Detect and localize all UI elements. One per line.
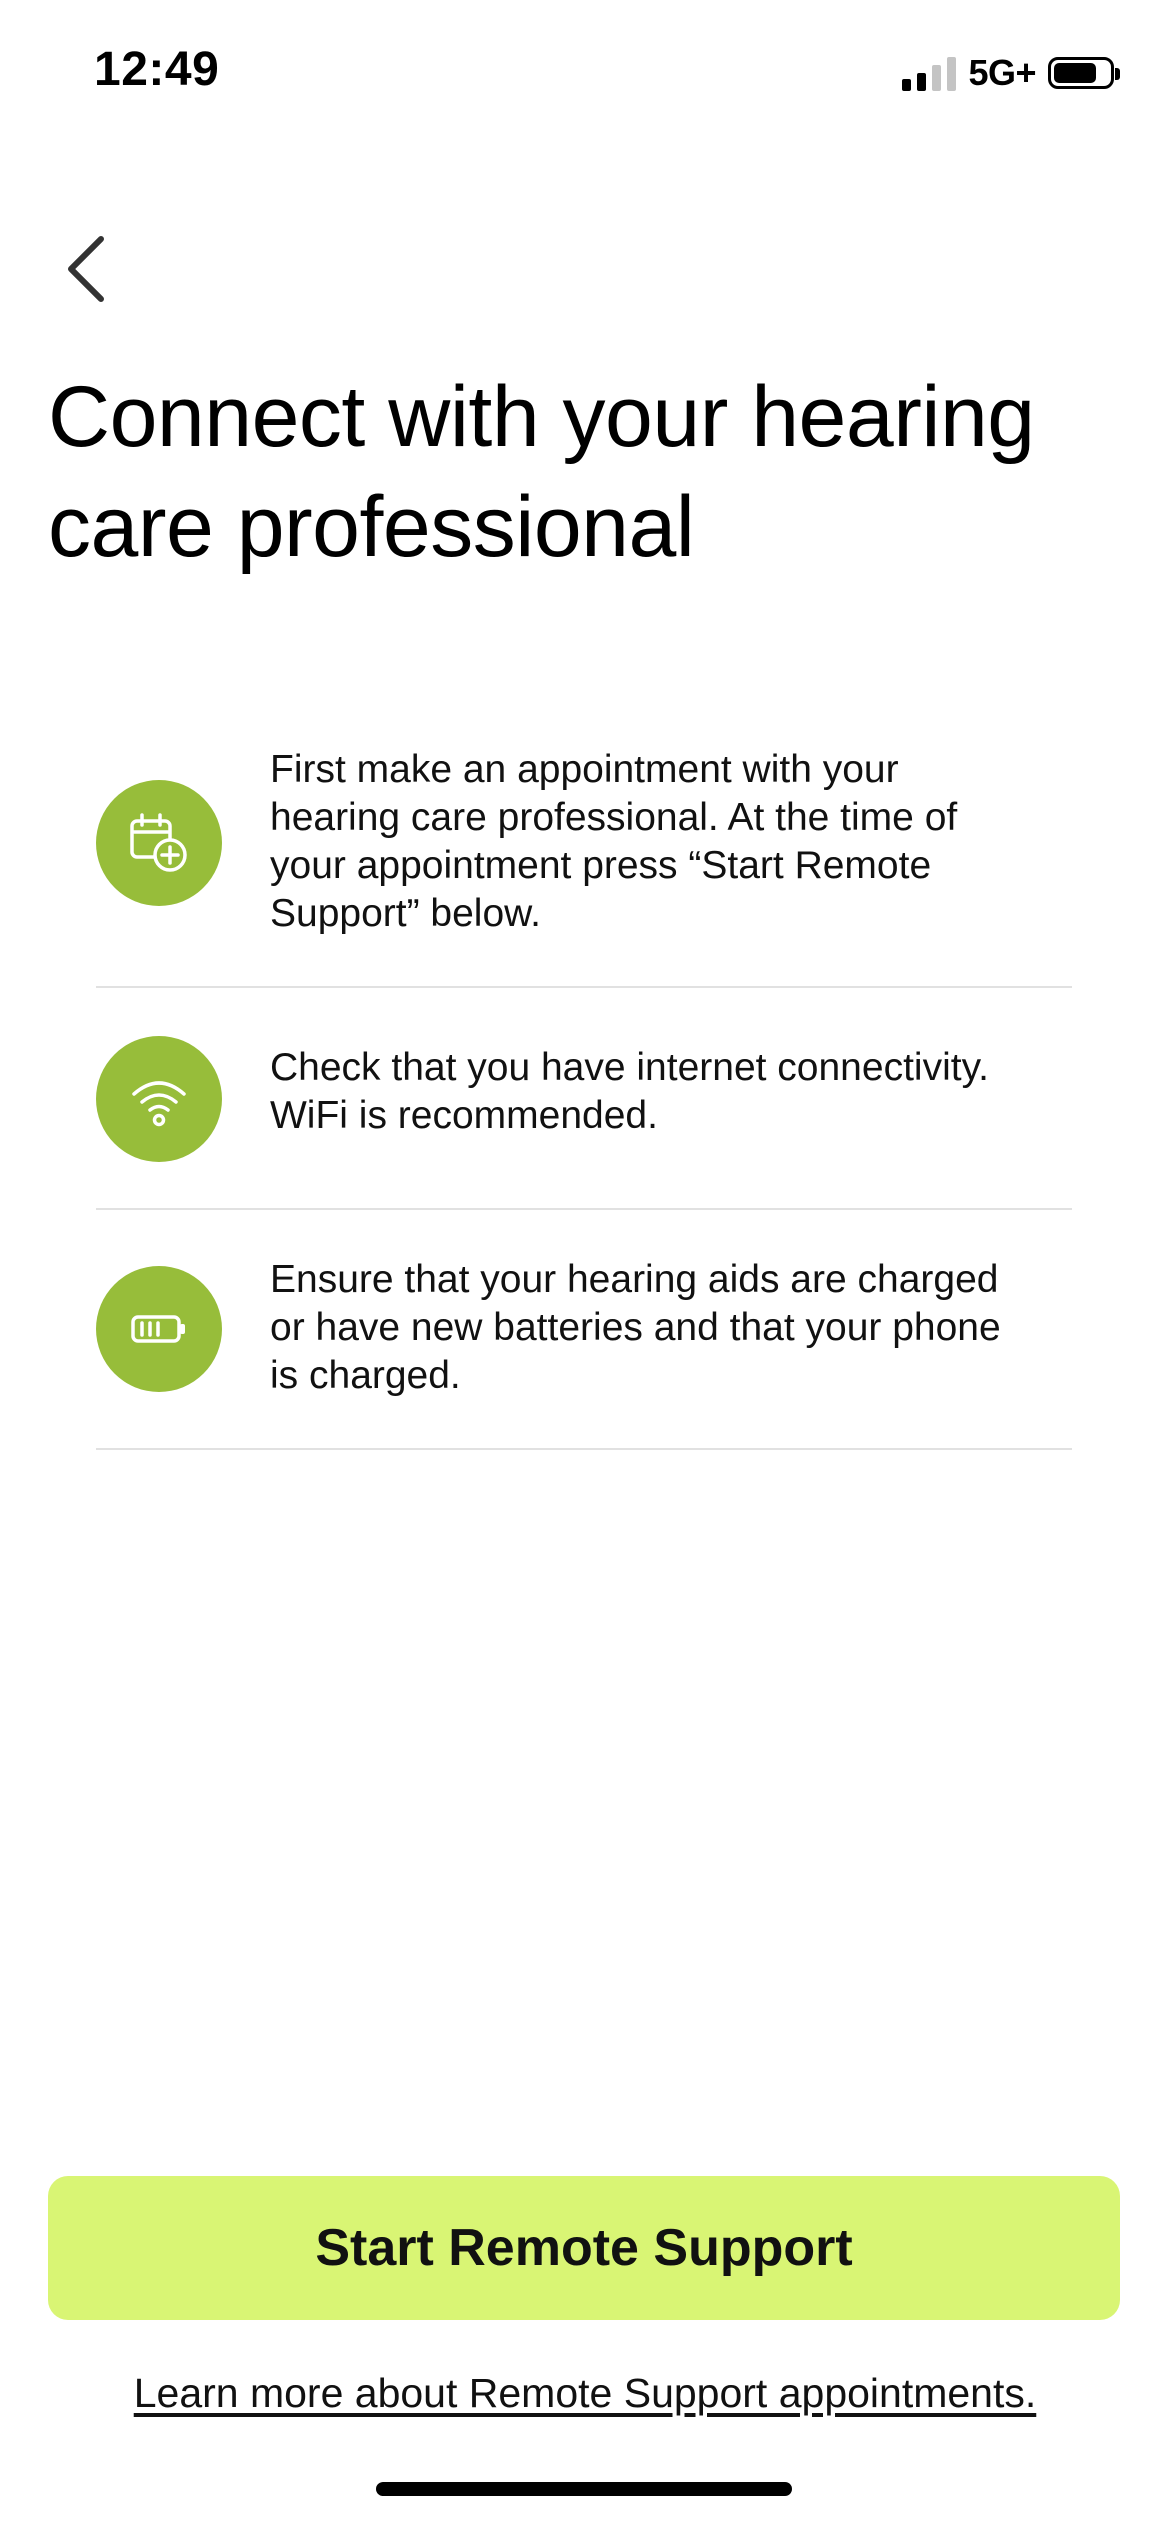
battery-icon	[1048, 57, 1120, 89]
step-text: Ensure that your hearing aids are charge…	[270, 1258, 1001, 1397]
start-remote-support-label: Start Remote Support	[315, 2219, 853, 2277]
chevron-left-icon	[68, 236, 104, 302]
step-text: Check that you have internet connectivit…	[270, 1046, 990, 1137]
back-button[interactable]	[50, 224, 120, 314]
list-item: First make an appointment with your hear…	[96, 730, 1072, 988]
status-indicators: 5G+	[902, 52, 1120, 94]
status-bar: 12:49 5G+	[0, 0, 1170, 140]
home-indicator[interactable]	[376, 2482, 792, 2496]
start-remote-support-button[interactable]: Start Remote Support	[48, 2176, 1120, 2320]
status-time: 12:49	[94, 43, 220, 96]
step-icon-circle	[96, 1036, 222, 1162]
battery-charge-icon	[131, 1315, 185, 1343]
calendar-add-icon	[130, 813, 187, 872]
network-type-label: 5G+	[968, 52, 1036, 93]
step-text: First make an appointment with your hear…	[270, 748, 958, 935]
step-icon-circle	[96, 1266, 222, 1392]
page-title: Connect with your hearing care professio…	[48, 362, 1128, 582]
step-icon-circle	[96, 780, 222, 906]
list-item: Ensure that your hearing aids are charge…	[96, 1210, 1072, 1450]
signal-strength-icon	[902, 55, 957, 91]
learn-more-link[interactable]: Learn more about Remote Support appointm…	[0, 2370, 1170, 2417]
steps-list: First make an appointment with your hear…	[96, 730, 1072, 1450]
page-title-line-2: care professional	[48, 479, 695, 575]
wifi-icon	[132, 1081, 186, 1127]
page-title-line-1: Connect with your hearing	[48, 369, 1035, 465]
list-item: Check that you have internet connectivit…	[96, 988, 1072, 1210]
